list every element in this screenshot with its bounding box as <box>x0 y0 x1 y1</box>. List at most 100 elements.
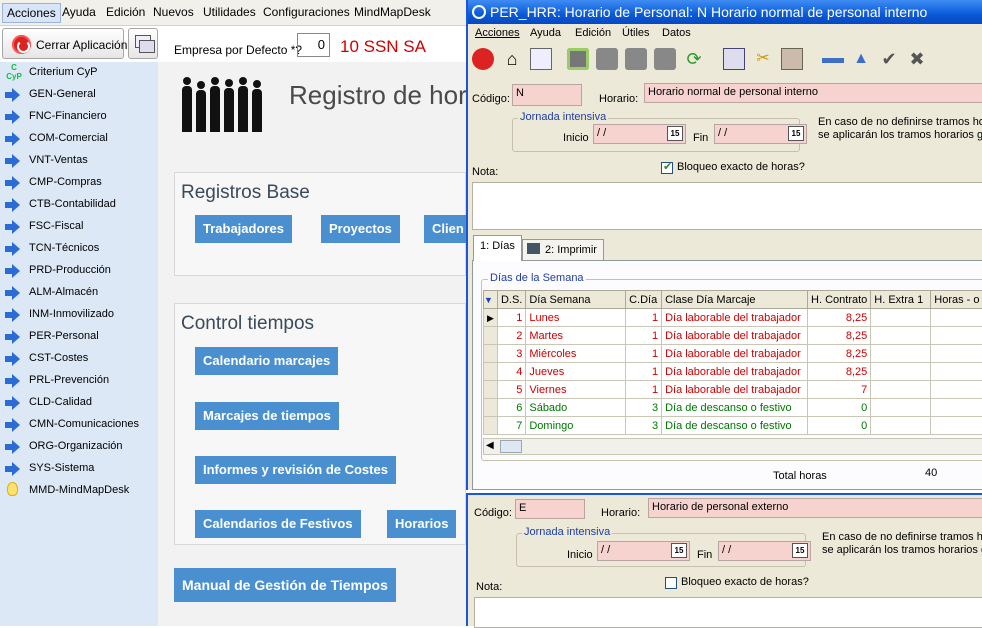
power-icon[interactable] <box>472 48 494 70</box>
sidebar-item-vnt[interactable]: VNT-Ventas <box>0 150 158 172</box>
manual-gestion-button[interactable]: Manual de Gestión de Tiempos <box>174 568 396 602</box>
cell-contrato[interactable]: 8,25 <box>808 309 871 327</box>
menu-datos[interactable]: Datos <box>662 27 691 39</box>
table-row[interactable]: ▶1Lunes1Día laborable del trabajador8,25 <box>484 309 982 327</box>
fin-date-field[interactable]: / / 15 <box>714 124 807 144</box>
sidebar-item-ctb[interactable]: CTB-Contabilidad <box>0 194 158 216</box>
menu-edicion[interactable]: Edición <box>106 5 145 19</box>
cell-dia[interactable]: Viernes <box>526 381 626 399</box>
menu-nuevos[interactable]: Nuevos <box>153 5 194 19</box>
table-row[interactable]: 5Viernes1Día laborable del trabajador7 <box>484 381 982 399</box>
cell-contrato[interactable]: 8,25 <box>808 345 871 363</box>
nota-textarea[interactable] <box>474 597 982 628</box>
cell-clase[interactable]: Día de descanso o festivo <box>662 399 808 417</box>
bloqueo-checkbox[interactable] <box>665 577 677 589</box>
sidebar-item-inm[interactable]: INM-Inmovilizado <box>0 304 158 326</box>
scroll-left-icon[interactable]: ◀ <box>486 440 494 451</box>
horario-field[interactable]: Horario normal de personal interno <box>644 83 982 103</box>
marcajes-tiempos-button[interactable]: Marcajes de tiempos <box>195 402 339 430</box>
sidebar-item-cst[interactable]: CST-Costes <box>0 348 158 370</box>
cell-dia[interactable]: Lunes <box>526 309 626 327</box>
calendarios-festivos-button[interactable]: Calendarios de Festivos <box>195 510 361 538</box>
table-row[interactable]: 7Domingo3Día de descanso o festivo0 <box>484 417 982 435</box>
sidebar-item-mmd[interactable]: MMD-MindMapDesk <box>0 480 158 502</box>
cancel-icon[interactable]: ✖ <box>906 48 928 70</box>
tab-imprimir[interactable]: 2: Imprimir <box>522 239 604 260</box>
col-horas[interactable]: Horas - o + <box>931 291 982 309</box>
sidebar-item-com[interactable]: COM-Comercial <box>0 128 158 150</box>
cell-cdia[interactable]: 1 <box>626 363 662 381</box>
cut-icon[interactable]: ✂ <box>752 48 774 70</box>
cell-dia[interactable]: Sábado <box>526 399 626 417</box>
menu-utiles[interactable]: Útiles <box>622 27 650 39</box>
menu-ayuda[interactable]: Ayuda <box>530 27 561 39</box>
col-clase[interactable]: Clase Día Marcaje <box>662 291 808 309</box>
cell-horas[interactable] <box>931 327 982 345</box>
sidebar-item-cld[interactable]: CLD-Calidad <box>0 392 158 414</box>
cell-contrato[interactable]: 0 <box>808 417 871 435</box>
col-extra1[interactable]: H. Extra 1 <box>871 291 931 309</box>
sidebar-item-per[interactable]: PER-Personal <box>0 326 158 348</box>
sidebar-item-cmn[interactable]: CMN-Comunicaciones <box>0 414 158 436</box>
cell-ds[interactable]: 3 <box>497 345 525 363</box>
copy-icon[interactable] <box>723 48 745 70</box>
trabajadores-button[interactable]: Trabajadores <box>195 215 292 243</box>
inicio-date-field[interactable]: / / 15 <box>597 541 690 561</box>
col-ds[interactable]: D.S. <box>497 291 525 309</box>
calendario-marcajes-button[interactable]: Calendario marcajes <box>195 347 338 375</box>
cell-extra1[interactable] <box>871 309 931 327</box>
cell-cdia[interactable]: 1 <box>626 309 662 327</box>
cell-ds[interactable]: 5 <box>497 381 525 399</box>
bloqueo-checkbox[interactable]: ✔ <box>661 162 673 174</box>
sidebar-item-alm[interactable]: ALM-Almacén <box>0 282 158 304</box>
cell-horas[interactable] <box>931 381 982 399</box>
cell-clase[interactable]: Día laborable del trabajador <box>662 381 808 399</box>
cell-ds[interactable]: 6 <box>497 399 525 417</box>
col-cdia[interactable]: C.Día <box>626 291 662 309</box>
cell-ds[interactable]: 7 <box>497 417 525 435</box>
cell-extra1[interactable] <box>871 399 931 417</box>
sidebar-item-prd[interactable]: PRD-Producción <box>0 260 158 282</box>
col-contrato[interactable]: H. Contrato <box>808 291 871 309</box>
cell-contrato[interactable]: 0 <box>808 399 871 417</box>
cell-horas[interactable] <box>931 399 982 417</box>
sidebar-item-prl[interactable]: PRL-Prevención <box>0 370 158 392</box>
menu-acciones[interactable]: Acciones <box>2 3 61 23</box>
informes-costes-button[interactable]: Informes y revisión de Costes <box>195 456 396 484</box>
inicio-date-field[interactable]: / / 15 <box>593 124 686 144</box>
sidebar-item-sys[interactable]: SYS-Sistema <box>0 458 158 480</box>
minus-icon[interactable] <box>822 58 844 63</box>
sidebar-item-criterium[interactable]: CCyP Criterium CyP <box>0 62 158 84</box>
cell-cdia[interactable]: 3 <box>626 417 662 435</box>
cell-extra1[interactable] <box>871 327 931 345</box>
menu-acciones[interactable]: Acciones <box>475 27 520 39</box>
cell-horas[interactable] <box>931 345 982 363</box>
sidebar-item-cmp[interactable]: CMP-Compras <box>0 172 158 194</box>
cell-dia[interactable]: Miércoles <box>526 345 626 363</box>
print-preview-icon[interactable] <box>596 48 618 70</box>
window-titlebar[interactable]: PER_HRR: Horario de Personal: N Horario … <box>468 0 982 24</box>
codigo-field[interactable]: E <box>515 499 585 519</box>
cell-dia[interactable]: Martes <box>526 327 626 345</box>
printer-icon[interactable] <box>567 48 589 70</box>
horario-field[interactable]: Horario de personal externo <box>648 498 982 518</box>
calendar-icon[interactable]: 15 <box>792 543 808 558</box>
codigo-field[interactable]: N <box>512 84 582 106</box>
cell-clase[interactable]: Día de descanso o festivo <box>662 417 808 435</box>
menu-mindmapdesk[interactable]: MindMapDesk <box>354 5 431 19</box>
proyectos-button[interactable]: Proyectos <box>321 215 400 243</box>
print-setup-icon[interactable] <box>625 48 647 70</box>
cell-cdia[interactable]: 3 <box>626 399 662 417</box>
cell-horas[interactable] <box>931 417 982 435</box>
cell-contrato[interactable]: 8,25 <box>808 363 871 381</box>
cell-clase[interactable]: Día laborable del trabajador <box>662 345 808 363</box>
cell-cdia[interactable]: 1 <box>626 327 662 345</box>
cell-extra1[interactable] <box>871 417 931 435</box>
windows-icon[interactable] <box>530 48 552 70</box>
cell-clase[interactable]: Día laborable del trabajador <box>662 363 808 381</box>
empresa-input[interactable]: 0 <box>297 33 330 57</box>
sidebar-item-fsc[interactable]: FSC-Fiscal <box>0 216 158 238</box>
table-row[interactable]: 4Jueves1Día laborable del trabajador8,25 <box>484 363 982 381</box>
cell-ds[interactable]: 4 <box>497 363 525 381</box>
sidebar-item-gen[interactable]: GEN-General <box>0 84 158 106</box>
